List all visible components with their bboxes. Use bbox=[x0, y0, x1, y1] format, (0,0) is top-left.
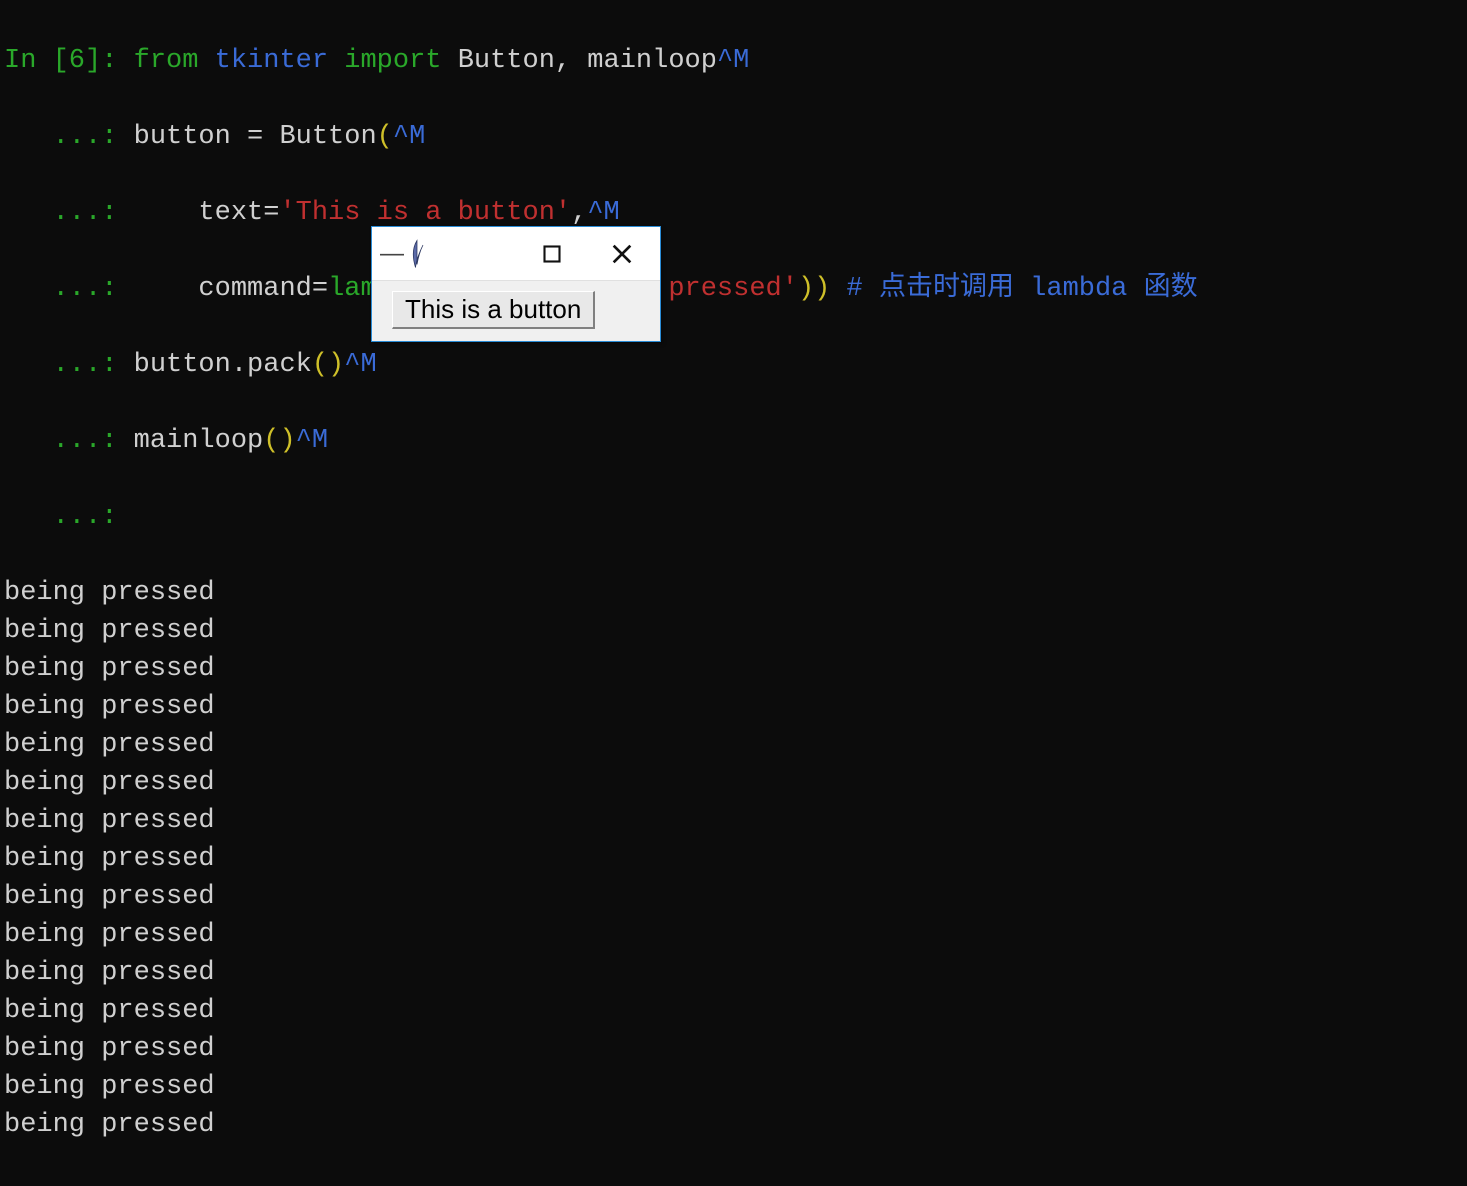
output-line: being pressed bbox=[4, 916, 1463, 954]
output-line: being pressed bbox=[4, 688, 1463, 726]
this-is-a-button[interactable]: This is a button bbox=[392, 291, 595, 329]
code-line: ...: mainloop()^M bbox=[4, 422, 1463, 460]
maximize-icon bbox=[543, 245, 561, 263]
output-line: being pressed bbox=[4, 1106, 1463, 1144]
tk-body: This is a button bbox=[372, 281, 660, 341]
output-line: being pressed bbox=[4, 764, 1463, 802]
close-icon bbox=[612, 244, 632, 264]
output-line: being pressed bbox=[4, 992, 1463, 1030]
output-line: being pressed bbox=[4, 726, 1463, 764]
terminal-output: In [6]: from tkinter import Button, main… bbox=[0, 0, 1467, 1186]
code-line: ...: button.pack()^M bbox=[4, 346, 1463, 384]
feather-icon bbox=[408, 239, 426, 269]
maximize-button[interactable] bbox=[534, 236, 570, 272]
prompt-in: In [6]: bbox=[4, 46, 117, 76]
code-line: ...: text='This is a button',^M bbox=[4, 194, 1463, 232]
code-line: ...: button = Button(^M bbox=[4, 118, 1463, 156]
output-line: being pressed bbox=[4, 650, 1463, 688]
output-line: being pressed bbox=[4, 878, 1463, 916]
output-line: being pressed bbox=[4, 954, 1463, 992]
code-line: ...: bbox=[4, 498, 1463, 536]
tk-window[interactable]: — This is a button bbox=[371, 226, 661, 342]
close-button[interactable] bbox=[604, 236, 640, 272]
output-line: being pressed bbox=[4, 612, 1463, 650]
code-line: ...: command=lambda: print('being presse… bbox=[4, 270, 1463, 308]
output-line: being pressed bbox=[4, 1030, 1463, 1068]
tk-app-icon: — bbox=[376, 239, 426, 269]
output-line: being pressed bbox=[4, 574, 1463, 612]
output-line: being pressed bbox=[4, 1068, 1463, 1106]
code-line: In [6]: from tkinter import Button, main… bbox=[4, 42, 1463, 80]
output-line: being pressed bbox=[4, 802, 1463, 840]
tk-titlebar[interactable]: — bbox=[372, 227, 660, 281]
output-line: being pressed bbox=[4, 840, 1463, 878]
output-block: being pressedbeing pressedbeing pressedb… bbox=[4, 574, 1463, 1144]
